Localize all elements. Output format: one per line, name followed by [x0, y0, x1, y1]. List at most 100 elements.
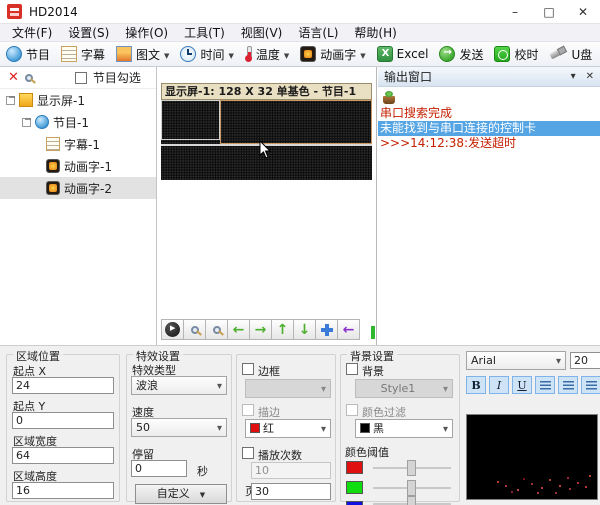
delete-icon[interactable]: ✕ [8, 70, 19, 85]
move-up-button[interactable]: ↑ [271, 319, 294, 340]
align-center-button[interactable] [558, 376, 578, 394]
stay-input[interactable]: 0 [131, 460, 187, 477]
background-style-select: Style1 [355, 379, 453, 398]
area-width-input[interactable]: 64 [12, 447, 114, 464]
panel-close-icon[interactable]: ✕ [586, 71, 594, 82]
green-channel-swatch [346, 481, 363, 494]
collapse-icon[interactable] [6, 96, 15, 105]
green-threshold-slider[interactable] [373, 480, 451, 496]
toolbar-label: 图文 [136, 46, 160, 63]
speed-select[interactable]: 50 [131, 418, 227, 437]
led-grid[interactable] [161, 100, 372, 180]
start-y-input[interactable]: 0 [12, 412, 114, 429]
toolbar-button-time-sync[interactable]: 校时 [494, 46, 538, 63]
minimize-button[interactable]: – [498, 0, 532, 23]
move-right-button[interactable]: → [249, 319, 272, 340]
led-text-dots [497, 481, 499, 483]
filter-color-select[interactable]: 黑 [355, 419, 453, 438]
play-button[interactable] [161, 319, 184, 340]
font-size-input[interactable]: 20 [570, 352, 600, 369]
custom-button[interactable]: 自定义 [135, 484, 227, 504]
toolbar-button-excel[interactable]: Excel [377, 46, 429, 62]
font-style-toolbar: B I U [466, 376, 600, 394]
effect-settings-group: 特效设置 特效类型 波浪 速度 50 停留 0 秒 自定义 [126, 354, 232, 502]
search-icon[interactable] [25, 74, 33, 82]
tree-node-program[interactable]: 节目-1 [0, 111, 156, 133]
zoom-out-button[interactable] [205, 319, 228, 340]
toolbar-button-subtitle[interactable]: 字幕 [61, 46, 105, 63]
screen-icon [19, 93, 33, 107]
background-settings-group: 背景设置 背景 Style1 颜色过滤 黑 颜色阈值 [340, 354, 460, 502]
stroke-color-select[interactable]: 红 [245, 419, 331, 438]
tree-node-subtitle[interactable]: 字幕-1 [0, 133, 156, 155]
italic-button[interactable]: I [489, 376, 509, 394]
output-message: 串口搜索完成 [378, 106, 600, 121]
tree-node-label: 节目-1 [53, 114, 89, 131]
maximize-button[interactable]: □ [532, 0, 566, 23]
close-button[interactable]: ✕ [566, 0, 600, 23]
area-height-input[interactable]: 16 [12, 482, 114, 499]
red-threshold-slider[interactable] [373, 460, 451, 476]
menu-bar: 文件(F) 设置(S) 操作(O) 工具(T) 视图(V) 语言(L) 帮助(H… [0, 24, 600, 42]
toolbar-button-usb[interactable]: U盘 [549, 46, 592, 63]
output-message-list: 串口搜索完成 未能找到与串口连接的控制卡 >>>14:12:38:发送超时 [378, 106, 600, 151]
zoom-in-button[interactable] [183, 319, 206, 340]
menu-item-file[interactable]: 文件(F) [4, 24, 60, 41]
tree-node-animtext-2[interactable]: 动画字-2 [0, 177, 156, 199]
menu-item-help[interactable]: 帮助(H) [346, 24, 404, 41]
color-filter-label: 颜色过滤 [362, 404, 406, 420]
menu-item-settings[interactable]: 设置(S) [60, 24, 117, 41]
thermometer-icon [245, 46, 252, 62]
undo-move-button[interactable]: ← [337, 319, 360, 340]
output-message-selected[interactable]: 未能找到与串口连接的控制卡 [378, 121, 600, 136]
subtitle-icon [61, 46, 77, 62]
play-count-checkbox[interactable] [242, 447, 254, 459]
program-node-icon [35, 115, 49, 129]
toolbar-button-program[interactable]: 节目 [6, 46, 50, 63]
toolbar-button-graphic[interactable]: 图文 [116, 46, 169, 63]
toolbar-button-animated-text[interactable]: 动画字 [300, 46, 365, 63]
move-down-button[interactable]: ↓ [293, 319, 316, 340]
align-left-button[interactable] [535, 376, 555, 394]
start-x-input[interactable]: 24 [12, 377, 114, 394]
tree-node-screen[interactable]: 显示屏-1 [0, 89, 156, 111]
output-window-panel: 输出窗口 ▾ ✕ 串口搜索完成 未能找到与串口连接的控制卡 >>>14:12:3… [378, 67, 600, 345]
blue-threshold-slider[interactable] [373, 496, 451, 505]
toolbar-button-temperature[interactable]: 温度 [245, 46, 289, 63]
color-filter-checkbox [346, 404, 358, 416]
tree-node-label: 字幕-1 [64, 136, 100, 153]
bold-button[interactable]: B [466, 376, 486, 394]
panel-collapse-icon[interactable]: ▾ [571, 71, 576, 82]
tree-node-animtext-1[interactable]: 动画字-1 [0, 155, 156, 177]
border-checkbox[interactable] [242, 363, 254, 375]
slider-thumb[interactable] [407, 480, 416, 496]
menu-item-tools[interactable]: 工具(T) [176, 24, 233, 41]
slider-thumb[interactable] [407, 496, 416, 505]
move-center-button[interactable] [315, 319, 338, 340]
slider-thumb[interactable] [407, 460, 416, 476]
tree-node-label: 动画字-2 [64, 180, 112, 197]
move-left-button[interactable]: ← [227, 319, 250, 340]
align-right-button[interactable] [581, 376, 600, 394]
toolbar-button-time[interactable]: 时间 [180, 46, 233, 63]
toolbar-label: 动画字 [320, 46, 356, 63]
background-checkbox[interactable] [346, 363, 358, 375]
menu-item-view[interactable]: 视图(V) [233, 24, 291, 41]
menu-item-operate[interactable]: 操作(O) [117, 24, 176, 41]
border-style-select [245, 379, 331, 398]
collapse-icon[interactable] [22, 118, 31, 127]
clear-output-icon[interactable] [382, 91, 396, 104]
main-area: ✕ 节目勾选 显示屏-1 节目-1 字幕-1 动画字-1 动画字-2 [0, 67, 600, 345]
font-family-select[interactable]: Arial [466, 351, 566, 370]
page-input[interactable]: 30 [251, 483, 331, 500]
menu-item-language[interactable]: 语言(L) [290, 24, 346, 41]
chevron-down-icon [228, 47, 233, 61]
selected-region-outline[interactable] [220, 100, 372, 144]
effect-type-select[interactable]: 波浪 [131, 376, 227, 395]
subtitle-region-outline[interactable] [161, 100, 220, 140]
toolbar-label: 发送 [459, 46, 483, 63]
toolbar-button-send[interactable]: 发送 [439, 46, 483, 63]
underline-button[interactable]: U [512, 376, 532, 394]
tree-toolbar: ✕ 节目勾选 [0, 67, 156, 89]
program-check-checkbox[interactable] [75, 72, 87, 84]
